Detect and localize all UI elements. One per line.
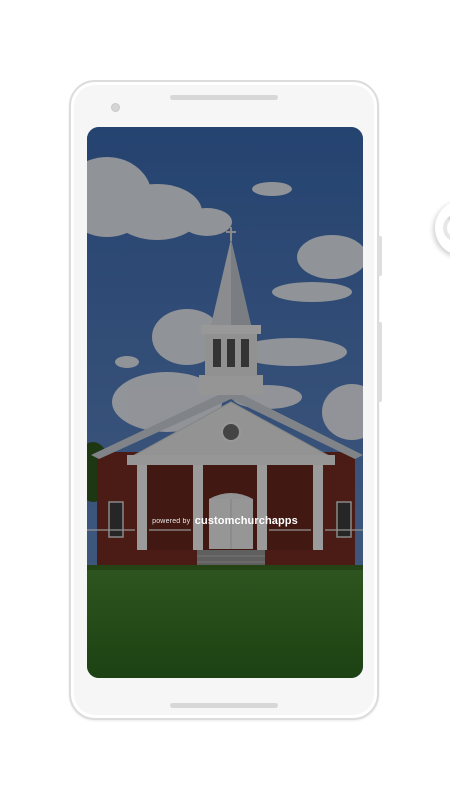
speaker-grille-top [170, 95, 278, 100]
stage: powered by customchurchapps [0, 0, 450, 800]
phone-frame: powered by customchurchapps [69, 80, 382, 720]
powered-by-credit: powered by customchurchapps [87, 511, 363, 529]
volume-button [378, 322, 382, 402]
loading-spinner [435, 200, 450, 256]
speaker-grille-bottom [170, 703, 278, 708]
spinner-ring-icon [443, 214, 450, 242]
splash-dim-overlay [87, 127, 363, 678]
app-splash-screen[interactable]: powered by customchurchapps [87, 127, 363, 678]
power-button [378, 236, 382, 276]
front-camera [111, 103, 120, 112]
brand-logo-text: customchurchapps [194, 515, 298, 527]
powered-by-label: powered by [152, 518, 191, 525]
